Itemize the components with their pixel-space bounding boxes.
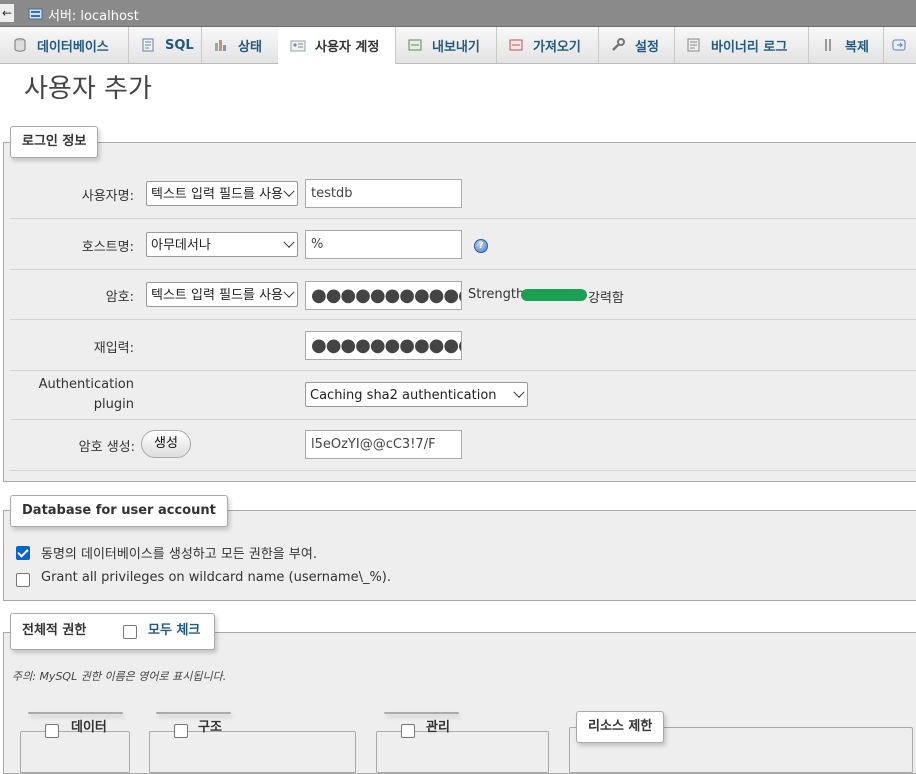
login-info-legend: 로그인 정보 [10,126,99,158]
auth-plugin-select[interactable]: Caching sha2 authentication [305,382,528,407]
structure-group-checkbox[interactable] [174,724,188,738]
tab-status[interactable]: 상태 [201,27,279,63]
generate-button[interactable]: 생성 [141,430,191,458]
structure-group-legend: 구조 [156,712,231,738]
admin-group-checkbox[interactable] [401,724,415,738]
password-type-select[interactable]: 텍스트 입력 필드를 사용 [146,282,298,307]
help-icon[interactable]: ? [474,239,488,253]
generated-password-input[interactable]: l5eOzYI@@cC3!7/F [305,430,462,459]
status-icon [215,40,226,51]
tab-more[interactable] [883,27,916,63]
tab-export[interactable]: 내보내기 [395,27,497,63]
tab-settings[interactable]: 설정 [598,27,675,63]
password-input[interactable]: ●●●●●●●●●●●● [305,281,462,310]
chevron-down-icon [283,236,295,248]
data-group-checkbox[interactable] [45,724,59,738]
password-strength-value: 강력함 [588,291,624,306]
export-icon [408,39,422,51]
replication-icon [825,39,831,51]
check-all-checkbox[interactable] [123,625,137,639]
generate-password-label: 암호 생성: [78,440,135,455]
more-tabs-icon [892,39,906,51]
tab-sql[interactable]: SQL [128,27,202,63]
hostname-type-select[interactable]: 아무데서나 [146,232,298,257]
chevron-down-icon [283,286,295,298]
sql-icon [142,38,154,52]
binlog-icon [687,38,700,52]
page-title: 사용자 추가 [24,74,152,104]
back-arrow-icon[interactable]: ← [0,4,14,22]
structure-group-label: 구조 [198,720,222,735]
tab-replication[interactable]: 복제 [808,27,884,63]
top-navigation-tabs: 데이터베이스 SQL 상태 사용자 계정 내보내기 가져오기 설정 바이너리 로… [0,27,916,64]
admin-group-legend: 관리 [384,712,459,738]
wrench-icon [612,38,625,51]
username-type-select[interactable]: 텍스트 입력 필드를 사용 [146,181,298,206]
wildcard-privileges-label[interactable]: Grant all privileges on wildcard name (u… [41,570,391,585]
server-label[interactable]: 서버: localhost [48,5,139,24]
global-privileges-legend: 전체적 권한 모두 체크 [10,613,215,650]
database-icon [14,38,26,52]
tab-import[interactable]: 가져오기 [496,27,599,63]
password-strength-label: Strength: [468,287,529,302]
auth-plugin-label-line1: Authentication [38,377,134,392]
retype-label: 재입력: [93,341,134,356]
hostname-label: 호스트명: [81,240,134,255]
password-strength-meter [521,289,587,301]
auth-plugin-label-line2: plugin [93,397,134,412]
chevron-down-icon [283,185,295,197]
hostname-input[interactable]: % [305,230,462,259]
resource-limits-legend: 리소스 제한 [576,711,665,743]
tab-databases[interactable]: 데이터베이스 [0,27,129,63]
import-icon [509,39,523,51]
data-group-legend: 데이터 [28,712,123,738]
chevron-down-icon [513,386,525,398]
wildcard-privileges-checkbox[interactable] [16,573,30,587]
privileges-note: 주의: MySQL 권한 이름은 영어로 표시됩니다. [12,670,227,683]
check-all-label[interactable]: 모두 체크 [148,614,200,648]
tab-binary-log[interactable]: 바이너리 로그 [674,27,809,63]
retype-row [10,320,916,371]
password-label: 암호: [105,290,134,305]
global-privileges-title: 전체적 권한 [22,623,87,638]
admin-group-label: 관리 [426,720,450,735]
retype-password-input[interactable]: ●●●●●●●●●●●● [305,331,462,360]
username-input[interactable]: testdb [305,179,462,208]
database-legend: Database for user account [10,495,228,527]
data-group-label: 데이터 [71,720,107,735]
users-icon [290,40,306,51]
create-db-label[interactable]: 동명의 데이터베이스를 생성하고 모든 권한을 부여. [41,543,317,562]
server-icon [28,8,43,20]
tab-user-accounts[interactable]: 사용자 계정 [278,27,396,64]
server-breadcrumb-bar: ← 서버: localhost [0,0,916,27]
create-db-checkbox[interactable] [16,546,30,560]
username-label: 사용자명: [81,189,134,204]
